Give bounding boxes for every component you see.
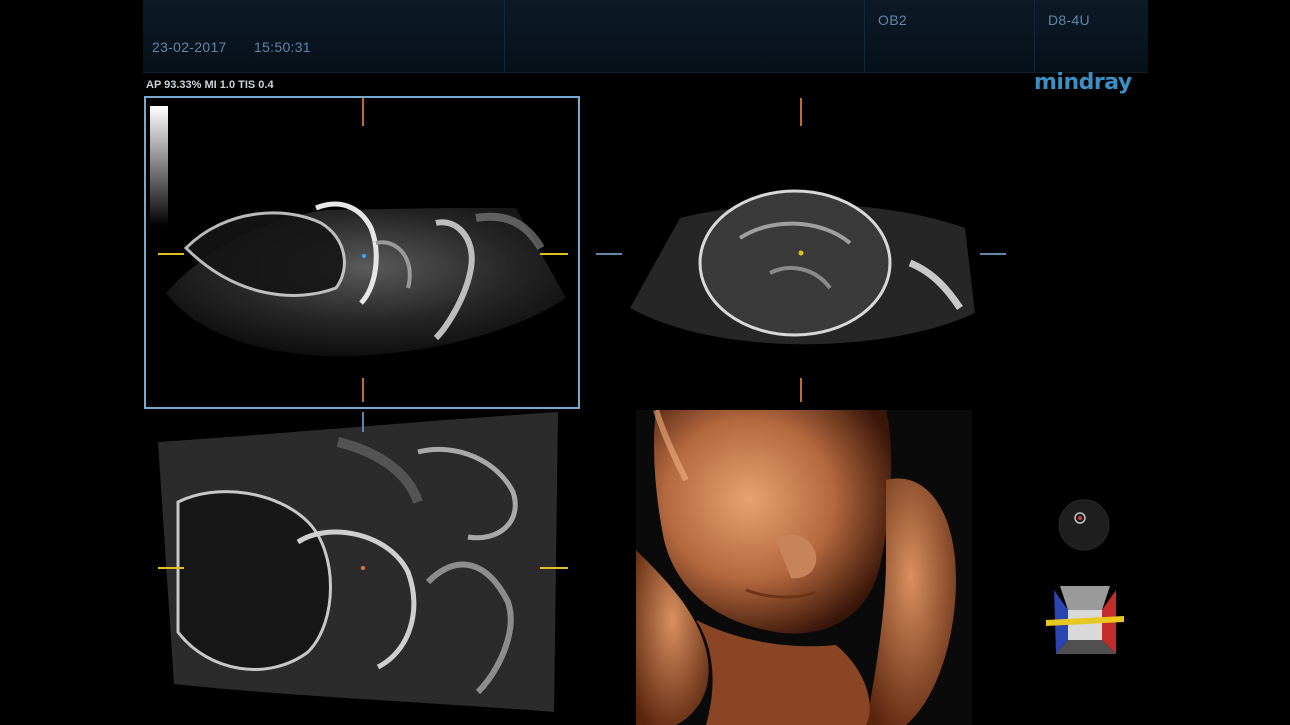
exam-time: 15:50:31: [254, 39, 311, 55]
plane-c-right-marker: [540, 567, 568, 569]
view-plane-a[interactable]: [146, 98, 578, 407]
probe-label[interactable]: D8-4U: [1048, 12, 1090, 28]
acoustic-params: AP 93.33% MI 1.0 TIS 0.4: [146, 79, 274, 91]
view-render-3d[interactable]: [636, 410, 972, 725]
header-cell-datetime: [143, 0, 505, 72]
plane-c-top-marker: [362, 412, 364, 432]
header-cell-preset: [864, 0, 1035, 72]
mindray-logo: mindray: [1034, 70, 1132, 95]
header-bar: 23-02-2017 15:50:31 OB2 D8-4U: [143, 0, 1148, 73]
grayscale-bar: [150, 106, 168, 226]
preset-label[interactable]: OB2: [878, 12, 907, 28]
plane-a-right-marker: [540, 253, 568, 255]
plane-a-top-marker: [362, 98, 364, 126]
trackball-icon[interactable]: [1058, 499, 1110, 556]
view-plane-b[interactable]: [620, 98, 1000, 407]
plane-b-left-marker: [596, 253, 622, 255]
exam-date: 23-02-2017: [152, 39, 227, 55]
plane-b-right-marker: [980, 253, 1006, 255]
orientation-cube-icon[interactable]: [1040, 580, 1130, 665]
view-plane-c[interactable]: [158, 412, 558, 717]
plane-a-bottom-marker: [362, 378, 364, 402]
plane-b-top-marker: [800, 98, 802, 126]
plane-a-left-marker: [158, 253, 184, 255]
plane-c-left-marker: [158, 567, 184, 569]
plane-b-bottom-marker: [800, 378, 802, 402]
header-cell-empty: [504, 0, 865, 72]
